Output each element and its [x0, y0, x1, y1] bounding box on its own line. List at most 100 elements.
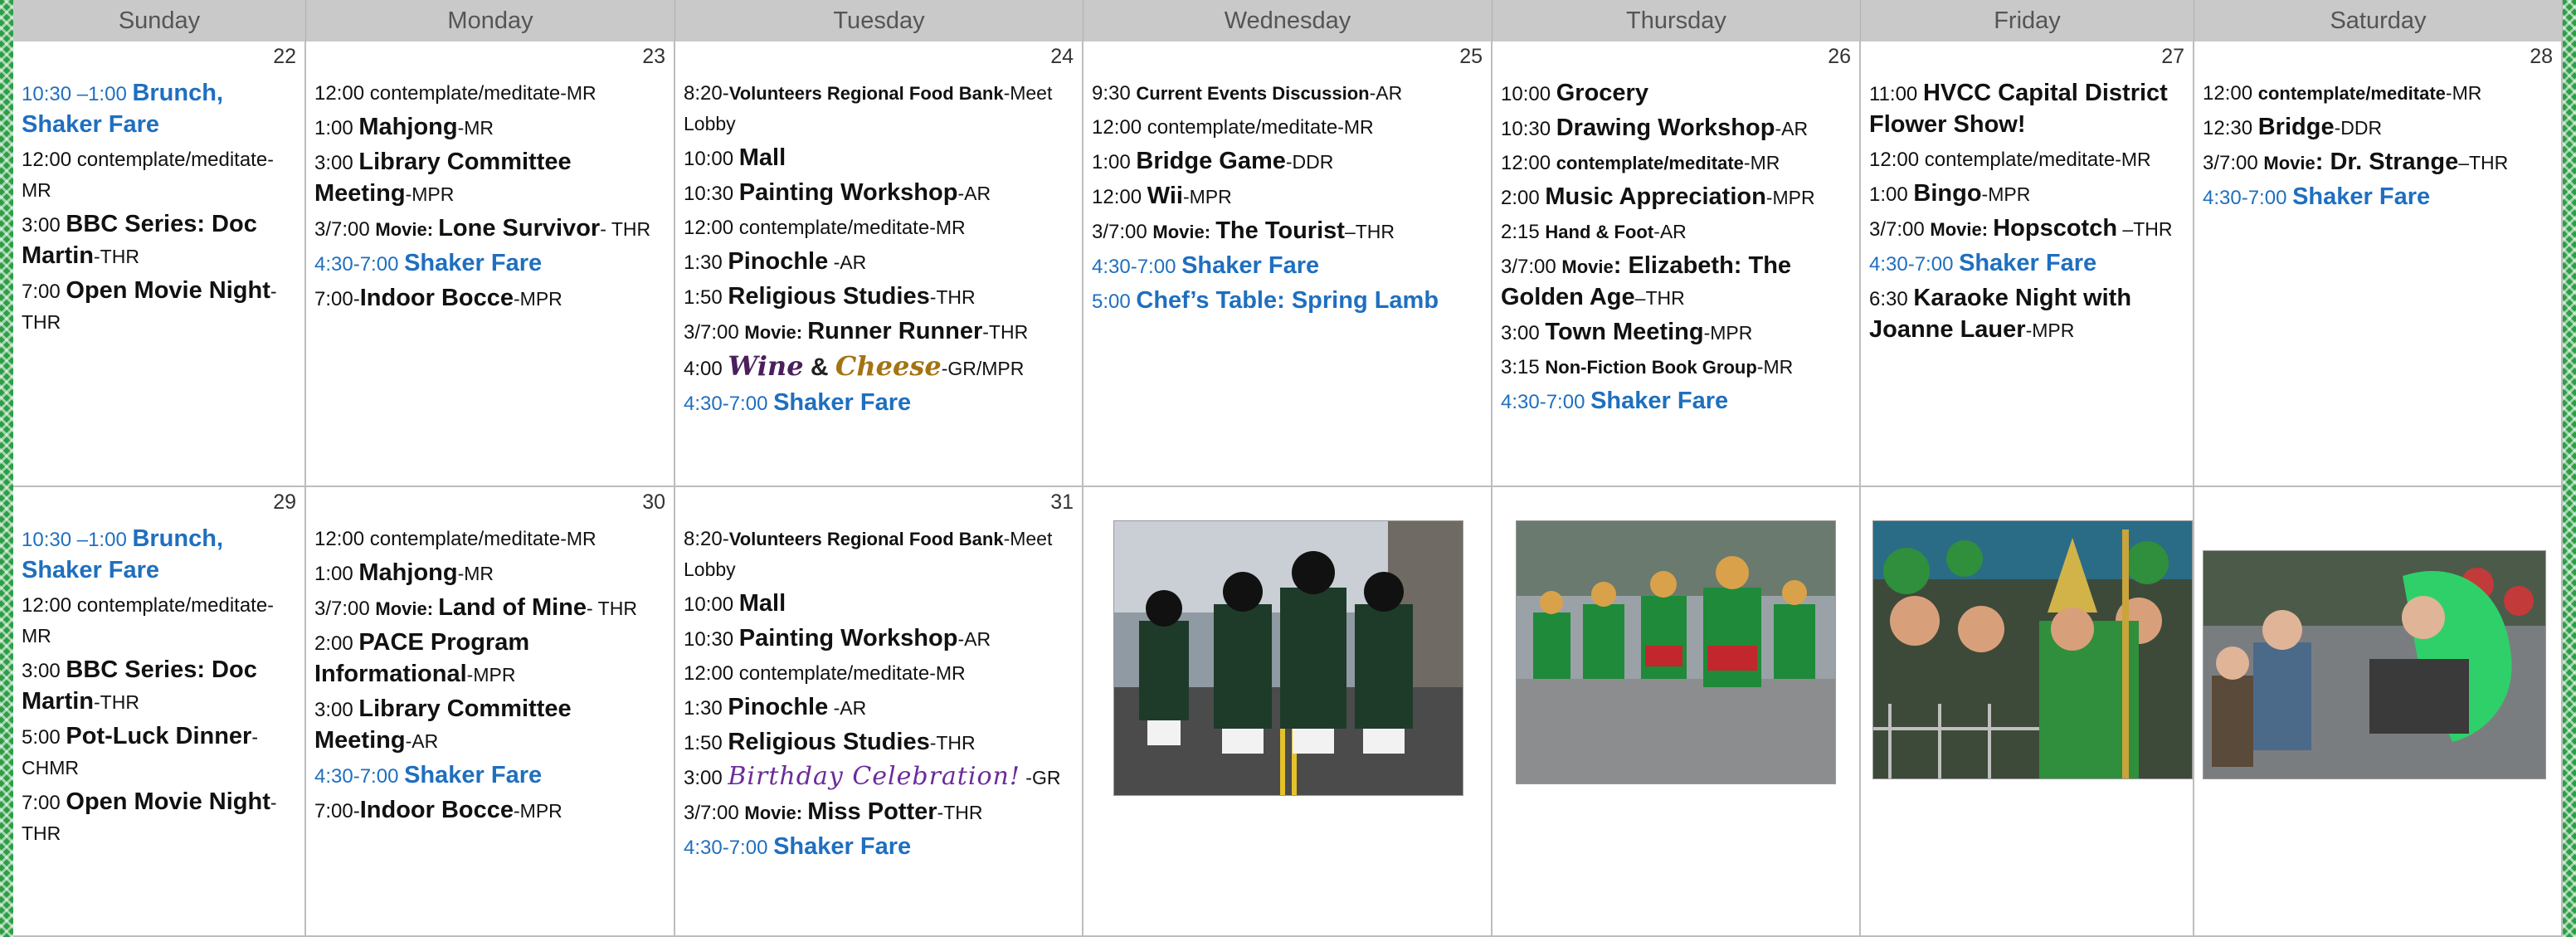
event-title: Land of Mine — [438, 594, 587, 621]
event-item: 4:30-7:00 Shaker Fare — [1869, 248, 2184, 280]
event-item: 1:50 Religious Studies-THR — [684, 281, 1074, 313]
event-title: Town Meeting — [1545, 319, 1704, 345]
event-item: 1:30 Pinochle -AR — [684, 246, 1074, 278]
event-time: 4:30-7:00 — [684, 393, 774, 415]
event-title: The Tourist — [1215, 217, 1345, 244]
event-title: Mall — [738, 144, 786, 171]
event-item: 5:00 Pot-Luck Dinner-CHMR — [22, 721, 296, 783]
calendar-grid: Sunday Monday Tuesday Wednesday Thursday… — [13, 0, 2563, 937]
day-cell-31: 31 8:20-Volunteers Regional Food Bank-Mee… — [675, 487, 1083, 937]
event-title: Pot-Luck Dinner — [66, 723, 252, 749]
event-time: 7:00 — [22, 792, 66, 814]
day-cell-29: 29 10:30 –1:00 Brunch, Shaker Fare 12:00 c… — [13, 487, 306, 937]
event-item: 12:00 contemplate/meditate-MR — [1501, 148, 1851, 178]
event-time: 3/7:00 — [684, 802, 745, 824]
event-time: 9:30 — [1092, 82, 1137, 105]
date-number: 25 — [1459, 45, 1483, 68]
event-location: -MR — [929, 217, 966, 238]
event-subtitle: Movie: — [1152, 222, 1216, 242]
header-monday: Monday — [306, 0, 675, 41]
event-time: 3/7:00 — [314, 598, 376, 620]
event-title: Shaker Fare — [773, 389, 912, 416]
event-time: 3/7:00 — [314, 218, 376, 241]
event-time: 1:30 — [684, 251, 728, 274]
calendar-frame: Sunday Monday Tuesday Wednesday Thursday… — [0, 0, 2576, 937]
event-time: 12:00 contemplate/meditate — [1869, 149, 2116, 171]
event-title: Indoor Bocce — [359, 797, 514, 823]
event-title: Grocery — [1556, 80, 1648, 106]
event-item: 12:00 contemplate/meditate-MR — [684, 658, 1074, 689]
event-subtitle: Non-Fiction Book Group — [1545, 357, 1757, 378]
event-item: 10:00 Mall — [684, 588, 1074, 620]
event-title: Chef’s Table: Spring Lamb — [1136, 287, 1439, 314]
event-time: 3:15 — [1501, 356, 1546, 378]
event-time: 3:00 — [1501, 322, 1546, 344]
event-location: - THR — [600, 218, 651, 240]
event-time: 6:30 — [1869, 288, 1914, 310]
event-title: Miss Potter — [807, 798, 937, 825]
event-time: 3:00 — [22, 214, 66, 237]
event-time: 7:00- — [314, 288, 360, 310]
day-cell-24: 24 8:20-Volunteers Regional Food Bank-Mee… — [675, 41, 1083, 487]
event-time: 3/7:00 — [684, 321, 745, 344]
event-item: 4:30-7:00 Shaker Fare — [314, 248, 665, 280]
event-item: 3/7:00 Movie: Elizabeth: The Golden Age–… — [1501, 251, 1851, 314]
event-location: -MR — [1337, 116, 1374, 138]
date-number: 30 — [642, 490, 665, 514]
event-title: Pinochle — [728, 694, 829, 720]
irish-dancers-photo — [1516, 520, 1836, 784]
event-location: -MPR — [1182, 186, 1232, 207]
event-subtitle: Current Events Discussion — [1136, 83, 1370, 104]
event-item: 3/7:00 Movie: Lone Survivor- THR — [314, 213, 665, 245]
birthday-title: Birthday Celebration! — [728, 762, 1020, 791]
header-friday: Friday — [1861, 0, 2194, 41]
event-location: -MR — [2445, 82, 2482, 104]
event-item: 4:30-7:00 Shaker Fare — [1092, 251, 1483, 282]
event-location: –THR — [2458, 152, 2509, 173]
event-location: -MR — [560, 82, 597, 104]
event-item: 12:00 Wii-MPR — [1092, 181, 1483, 212]
event-item: 12:00 contemplate/meditate-MR — [2203, 78, 2553, 109]
event-location: - THR — [587, 598, 637, 619]
event-item: 10:30 –1:00 Brunch, Shaker Fare — [22, 78, 296, 141]
event-time: 5:00 — [1092, 290, 1137, 313]
event-time: 4:30-7:00 — [2203, 187, 2293, 209]
event-location: -MR — [457, 117, 494, 139]
event-location: -AR — [1369, 82, 1403, 104]
event-title: Bridge — [2257, 114, 2335, 140]
event-item: 12:00 contemplate/meditate-MR — [314, 524, 665, 554]
event-location: -GR/MPR — [941, 358, 1025, 379]
event-time: 4:30-7:00 — [314, 253, 405, 276]
photo-cell-wednesday — [1083, 487, 1493, 937]
event-item: 3/7:00 Movie: The Tourist–THR — [1092, 216, 1483, 247]
event-time: 12:00 contemplate/meditate — [314, 528, 561, 550]
event-title: Mahjong — [358, 559, 458, 586]
event-item: 10:30 Drawing Workshop-AR — [1501, 113, 1851, 144]
event-item: 4:30-7:00 Shaker Fare — [684, 832, 1074, 863]
event-item: 4:30-7:00 Shaker Fare — [1501, 386, 1851, 417]
event-time: 4:30-7:00 — [1869, 253, 1960, 276]
event-item: 1:00 Bingo-MPR — [1869, 178, 2184, 210]
event-time: 4:30-7:00 — [314, 765, 405, 788]
event-time: 10:00 — [1501, 83, 1556, 105]
event-item: 4:30-7:00 Shaker Fare — [684, 388, 1074, 419]
photo-cell-thursday — [1493, 487, 1861, 937]
event-location: -THR — [937, 802, 983, 823]
date-number: 31 — [1050, 490, 1074, 514]
day-cell-27: 27 11:00 HVCC Capital District Flower Sho… — [1861, 41, 2194, 487]
event-time: 10:30 — [1501, 118, 1556, 140]
header-thursday: Thursday — [1493, 0, 1861, 41]
event-title: Mahjong — [358, 114, 458, 140]
event-location: -MPR — [2025, 320, 2075, 341]
event-title: Open Movie Night — [66, 277, 270, 304]
event-location: -THR — [929, 286, 976, 308]
event-item: 1:00 Bridge Game-DDR — [1092, 146, 1483, 178]
wine-word: Wine — [728, 350, 804, 382]
day-cell-22: 22 10:30 –1:00 Brunch, Shaker Fare 12:00 c… — [13, 41, 306, 487]
event-title: Shaker Fare — [1590, 388, 1729, 414]
day-cell-30: 30 12:00 contemplate/meditate-MR 1:00 Mahj… — [306, 487, 675, 937]
event-item: 4:30-7:00 Shaker Fare — [2203, 182, 2553, 213]
event-time: 4:30-7:00 — [684, 837, 774, 859]
event-item: 3/7:00 Movie: Miss Potter-THR — [684, 797, 1074, 828]
event-time: 2:15 — [1501, 221, 1546, 243]
